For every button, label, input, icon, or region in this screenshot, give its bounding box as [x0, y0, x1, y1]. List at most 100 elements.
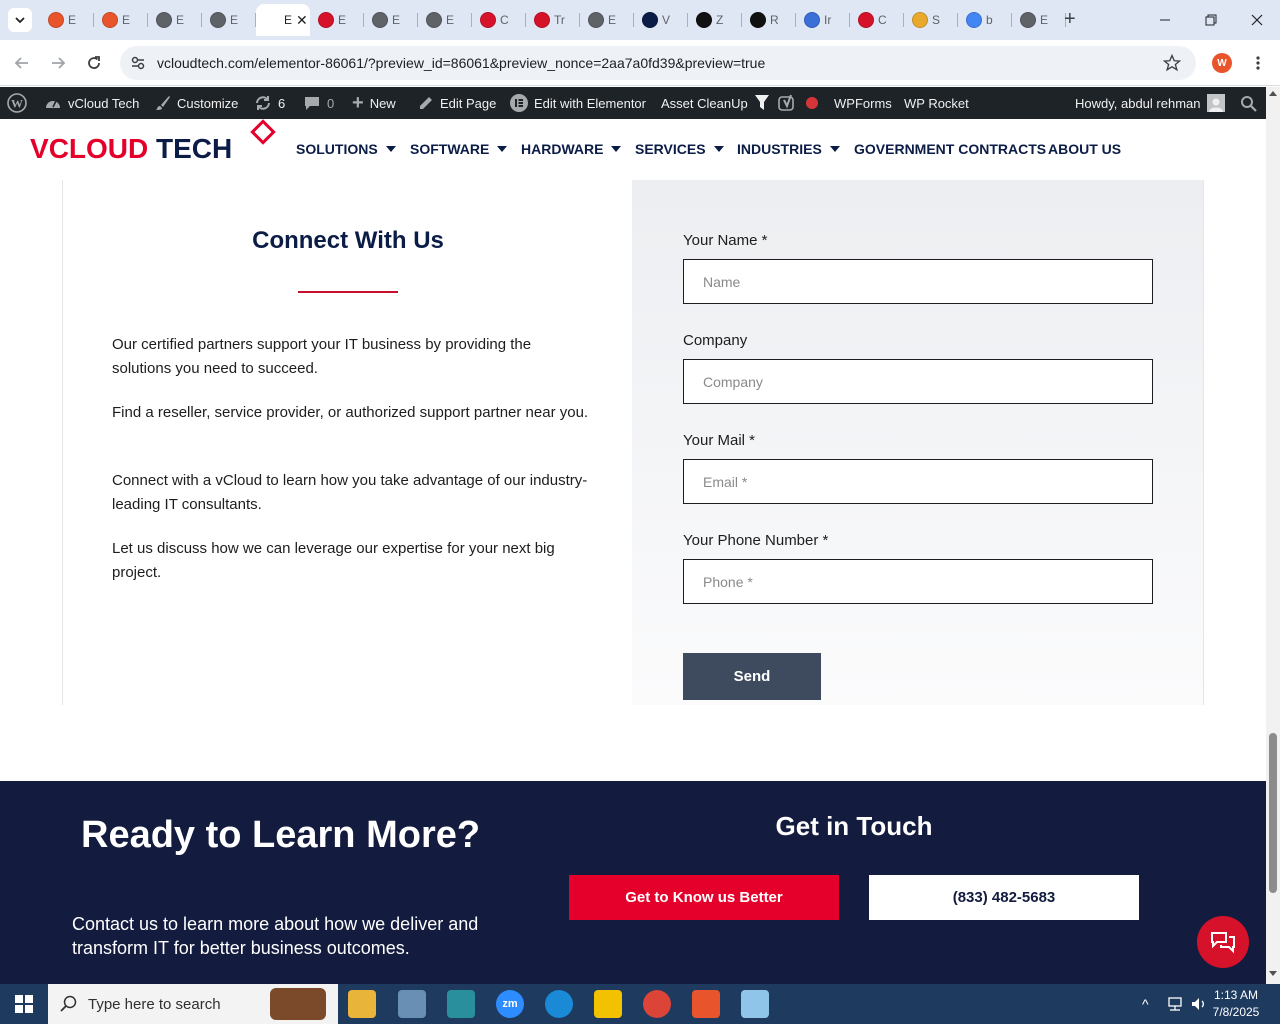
kebab-menu-icon — [1256, 56, 1260, 70]
zoom-icon[interactable]: zm — [496, 990, 524, 1018]
logo-diamond-icon — [250, 119, 276, 145]
browser-tab[interactable]: b — [958, 4, 1012, 36]
tab-favicon-icon — [264, 12, 280, 28]
browser-tab[interactable]: Tr — [526, 4, 580, 36]
tab-title: Z — [716, 13, 724, 27]
browser-tab[interactable]: E — [310, 4, 364, 36]
search-highlight-image — [270, 988, 326, 1020]
profile-avatar[interactable]: W — [1212, 53, 1232, 73]
browser-tab[interactable]: S — [904, 4, 958, 36]
connect-paragraph-4: Let us discuss how we can leverage our e… — [112, 540, 555, 581]
wp-edit-page[interactable]: Edit Page — [418, 87, 496, 119]
wp-wpforms[interactable]: WPForms — [834, 87, 892, 119]
wp-wprocket[interactable]: WP Rocket — [904, 87, 969, 119]
phone-button[interactable]: (833) 482-5683 — [869, 875, 1139, 920]
browser-tab[interactable]: E — [418, 4, 472, 36]
wp-yoast[interactable] — [778, 87, 796, 119]
nav-industries[interactable]: INDUSTRIES — [737, 141, 840, 157]
company-input[interactable] — [683, 359, 1153, 404]
tab-title: E — [176, 13, 185, 27]
sticky-notes-icon[interactable] — [594, 990, 622, 1018]
address-bar[interactable]: vcloudtech.com/elementor-86061/?preview_… — [120, 46, 1196, 80]
phone-input[interactable] — [683, 559, 1153, 604]
tab-favicon-icon — [210, 12, 226, 28]
wp-customize[interactable]: Customize — [155, 87, 238, 119]
nav-solutions[interactable]: SOLUTIONS — [296, 141, 396, 157]
browser-menu-button[interactable] — [1250, 53, 1266, 73]
back-button[interactable] — [12, 53, 32, 73]
new-tab-button[interactable]: + — [1064, 9, 1076, 29]
wordpress-icon: W — [7, 93, 27, 113]
browser-tab[interactable]: R — [742, 4, 796, 36]
app-icon[interactable] — [398, 990, 426, 1018]
browser-tab[interactable]: Ir — [796, 4, 850, 36]
browser-tab[interactable]: E — [580, 4, 634, 36]
nav-software[interactable]: SOFTWARE — [410, 141, 508, 157]
nav-services[interactable]: SERVICES — [635, 141, 724, 157]
page-scrollbar[interactable] — [1266, 87, 1280, 984]
browser-tab[interactable]: E — [202, 4, 256, 36]
restore-button[interactable] — [1201, 10, 1221, 30]
chrome-icon[interactable] — [643, 990, 671, 1018]
tab-favicon-icon — [804, 12, 820, 28]
browser-tab[interactable]: V — [634, 4, 688, 36]
brush-icon — [156, 96, 170, 110]
browser-tab[interactable]: E — [40, 4, 94, 36]
wp-logo-menu[interactable]: W — [7, 87, 27, 119]
reload-button[interactable] — [84, 53, 104, 73]
email-input[interactable] — [683, 459, 1153, 504]
browser-tab[interactable]: Z — [688, 4, 742, 36]
caret-down-icon — [713, 146, 724, 152]
nav-about-us[interactable]: ABOUT US — [1048, 141, 1121, 157]
tab-title: E — [338, 13, 347, 27]
close-window-button[interactable] — [1247, 10, 1267, 30]
tray-chevron-icon[interactable]: ^ — [1142, 996, 1149, 1012]
scrollbar-thumb[interactable] — [1269, 733, 1277, 893]
nav-hardware[interactable]: HARDWARE — [521, 141, 622, 157]
tab-title: C — [500, 13, 509, 27]
wp-edit-elementor[interactable]: Edit with Elementor — [510, 87, 646, 119]
close-icon — [1251, 14, 1263, 26]
browser-tab[interactable]: C — [472, 4, 526, 36]
name-input[interactable] — [683, 259, 1153, 304]
star-icon[interactable] — [1163, 54, 1181, 72]
tab-search-button[interactable] — [8, 8, 32, 32]
taskbar-search[interactable]: Type here to search — [48, 984, 338, 1024]
edge-icon[interactable] — [545, 990, 573, 1018]
xampp-icon[interactable] — [692, 990, 720, 1018]
minimize-button[interactable] — [1155, 10, 1175, 30]
browser-tab[interactable]: E — [148, 4, 202, 36]
url-text: vcloudtech.com/elementor-86061/?preview_… — [157, 55, 766, 71]
taskbar-clock[interactable]: 1:13 AM 7/8/2025 — [1206, 987, 1266, 1021]
wp-asset-cleanup[interactable]: Asset CleanUp — [661, 87, 770, 119]
wp-new[interactable]: + New — [352, 87, 396, 119]
tab-favicon-icon — [588, 12, 604, 28]
browser-tab[interactable]: E — [94, 4, 148, 36]
file-explorer-icon[interactable] — [348, 990, 376, 1018]
updates-icon — [256, 96, 270, 110]
site-logo[interactable]: VCLOUD TECH — [30, 133, 232, 165]
browser-tab[interactable]: E — [364, 4, 418, 36]
wp-updates[interactable]: 6 — [254, 87, 285, 119]
start-button[interactable] — [0, 984, 48, 1024]
notepad-icon[interactable] — [741, 990, 769, 1018]
caret-down-icon — [829, 146, 840, 152]
wp-account[interactable]: Howdy, abdul rehman — [1075, 87, 1225, 119]
browser-tab[interactable]: E — [1012, 4, 1066, 36]
forward-button[interactable] — [48, 53, 68, 73]
wp-comments[interactable]: 0 — [303, 87, 334, 119]
chat-button[interactable] — [1197, 916, 1249, 968]
network-icon[interactable] — [1166, 996, 1184, 1012]
plus-icon: + — [352, 91, 364, 114]
send-button[interactable]: Send — [683, 653, 821, 700]
app-icon[interactable] — [447, 990, 475, 1018]
browser-tab[interactable]: C — [850, 4, 904, 36]
nav-government-contracts[interactable]: GOVERNMENT CONTRACTS — [854, 141, 1046, 157]
wp-search[interactable] — [1240, 87, 1257, 119]
tab-close-icon[interactable]: ✕ — [296, 12, 308, 29]
status-dot — [806, 87, 818, 119]
browser-tab[interactable]: E ✕ — [256, 4, 310, 36]
know-us-button[interactable]: Get to Know us Better — [569, 875, 839, 920]
wp-site-name[interactable]: vCloud Tech — [44, 87, 139, 119]
windows-icon — [15, 995, 33, 1013]
